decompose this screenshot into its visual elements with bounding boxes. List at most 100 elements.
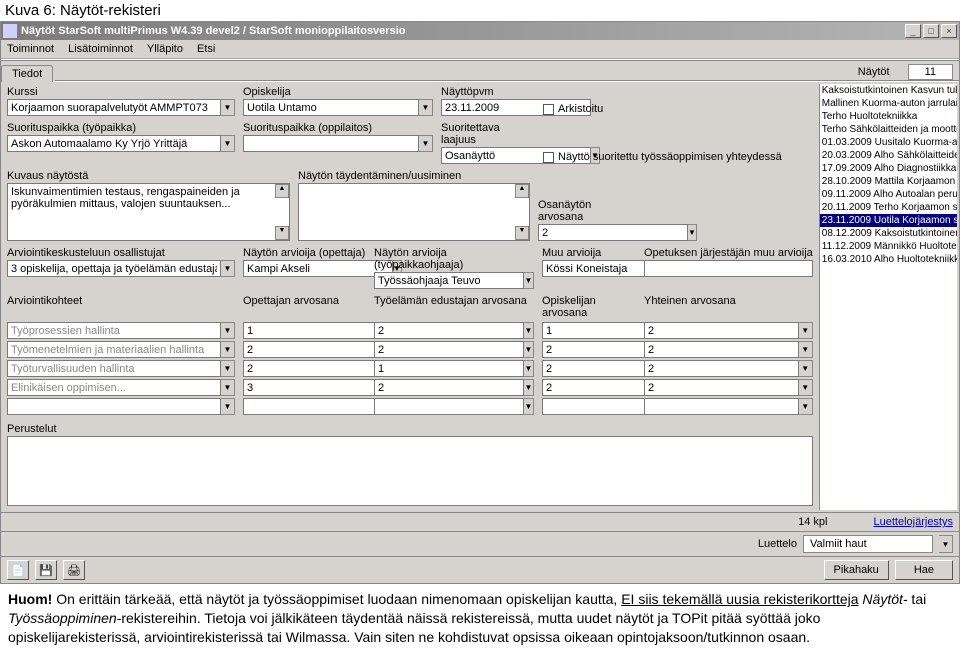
print-icon[interactable]: 🖨	[63, 560, 85, 580]
body-paragraph: Huom! On erittäin tärkeää, että näytöt j…	[0, 584, 960, 653]
field-osall[interactable]	[7, 260, 221, 277]
dropdown-icon[interactable]: ▼	[524, 272, 534, 289]
op-3[interactable]	[243, 360, 393, 377]
dropdown-icon[interactable]: ▼	[221, 260, 235, 277]
kohde-2[interactable]	[7, 341, 221, 358]
list-item[interactable]: 11.12.2009 Männikkö Huoltotekniikka	[820, 240, 957, 253]
scroll-up-icon[interactable]: ▲	[275, 184, 289, 198]
dropdown-icon[interactable]: ▼	[799, 398, 813, 415]
te-1[interactable]	[374, 322, 524, 339]
list-item[interactable]: 20.03.2009 Alho Sähkölaitteiden ja moott…	[820, 149, 957, 162]
yh-1[interactable]	[644, 322, 799, 339]
yh-4[interactable]	[644, 379, 799, 396]
kohde-1[interactable]	[7, 322, 221, 339]
checkbox-arkistoitu[interactable]	[543, 104, 554, 115]
dropdown-icon[interactable]: ▼	[221, 135, 235, 152]
dropdown-icon[interactable]: ▼	[524, 360, 534, 377]
tab-tiedot[interactable]: Tiedot	[1, 65, 53, 82]
dropdown-icon[interactable]: ▼	[799, 322, 813, 339]
field-arv-op[interactable]	[243, 260, 393, 277]
menu-yllapito[interactable]: Ylläpito	[147, 43, 183, 55]
op-1[interactable]	[243, 322, 393, 339]
link-luettelojarjestys[interactable]: Luettelojärjestys	[874, 516, 954, 528]
label-osall: Arviointikeskusteluun osallistujat	[7, 247, 235, 259]
dropdown-icon[interactable]: ▼	[221, 379, 235, 396]
record-count: 11	[908, 64, 953, 80]
label-arkistoitu: Arkistoitu	[558, 103, 603, 115]
scroll-up-icon[interactable]: ▲	[515, 184, 529, 198]
list-item[interactable]: Terho Huoltotekniikka	[820, 110, 957, 123]
form-area: Kurssi ▼ Opiskelija ▼ Näyttöpvm Arkistoi…	[1, 82, 819, 512]
dropdown-icon[interactable]: ▼	[524, 398, 534, 415]
list-item[interactable]: 08.12.2009 Kaksoistutkintoinen Hoito ja …	[820, 227, 957, 240]
combo-valmiit-haut[interactable]: Valmiit haut	[803, 535, 933, 553]
list-item[interactable]: Kaksoistutkintoinen Kasvun tukeminen ja …	[820, 84, 957, 97]
field-arv-tp[interactable]	[374, 272, 524, 289]
field-osa-arvo[interactable]	[538, 224, 688, 241]
list-item[interactable]: Mallinen Kuorma-auton jarrulaitteiden hu…	[820, 97, 957, 110]
dropdown-icon[interactable]: ▼	[419, 99, 433, 116]
maximize-button[interactable]: □	[923, 24, 939, 38]
label-tyossa: Näyttö suoritettu työssäoppimisen yhteyd…	[558, 151, 782, 163]
pikahaku-button[interactable]: Pikahaku	[824, 560, 889, 580]
yh-5[interactable]	[644, 398, 799, 415]
record-list[interactable]: Kaksoistutkintoinen Kasvun tukeminen ja …	[819, 84, 957, 510]
list-item[interactable]: Terho Sähkölaitteiden ja moottorin ohjau…	[820, 123, 957, 136]
te-2[interactable]	[374, 341, 524, 358]
menu-toiminnot[interactable]: Toiminnot	[7, 43, 54, 55]
op-5[interactable]	[243, 398, 393, 415]
statusbar-1: 14 kpl Luettelojärjestys	[1, 512, 959, 531]
te-3[interactable]	[374, 360, 524, 377]
menu-lisatoiminnot[interactable]: Lisätoiminnot	[68, 43, 133, 55]
menu-etsi[interactable]: Etsi	[197, 43, 215, 55]
field-jarj[interactable]	[644, 260, 813, 277]
dropdown-icon[interactable]: ▼	[221, 360, 235, 377]
dropdown-icon[interactable]: ▼	[524, 322, 534, 339]
field-suorituspaikka-opp[interactable]	[243, 135, 419, 152]
field-kurssi[interactable]	[7, 99, 221, 116]
field-kuvaus[interactable]: Iskunvaimentimien testaus, rengaspaineid…	[7, 183, 290, 241]
dropdown-icon[interactable]: ▼	[524, 379, 534, 396]
tab-naytot-label: Näytöt	[858, 66, 890, 78]
kohde-4[interactable]	[7, 379, 221, 396]
field-opiskelija[interactable]	[243, 99, 419, 116]
scroll-down-icon[interactable]: ▼	[515, 226, 529, 240]
te-4[interactable]	[374, 379, 524, 396]
op-4[interactable]	[243, 379, 393, 396]
dropdown-icon[interactable]: ▼	[524, 341, 534, 358]
field-suorituspaikka-tyo[interactable]	[7, 135, 221, 152]
field-tayd[interactable]: ▲ ▼	[298, 183, 530, 241]
list-item-selected[interactable]: 23.11.2009 Uotila Korjaamon suorapalvelu…	[820, 214, 957, 227]
list-item[interactable]: 09.11.2009 Alho Autoalan perustaidot	[820, 188, 957, 201]
dropdown-icon[interactable]: ▼	[688, 224, 697, 241]
new-icon[interactable]: 📄	[7, 560, 29, 580]
op-2[interactable]	[243, 341, 393, 358]
save-icon[interactable]: 💾	[35, 560, 57, 580]
dropdown-icon[interactable]: ▼	[939, 535, 953, 553]
te-5[interactable]	[374, 398, 524, 415]
dropdown-icon[interactable]: ▼	[419, 135, 433, 152]
yh-2[interactable]	[644, 341, 799, 358]
list-item[interactable]: 17.09.2009 Alho Diagnostiikka	[820, 162, 957, 175]
checkbox-tyossa[interactable]	[543, 152, 554, 163]
dropdown-icon[interactable]: ▼	[221, 341, 235, 358]
list-item[interactable]: 20.11.2009 Terho Korjaamon suorapalvelut…	[820, 201, 957, 214]
dropdown-icon[interactable]: ▼	[221, 398, 235, 415]
list-item[interactable]: 16.03.2010 Alho Huoltotekniikka	[820, 253, 957, 266]
field-perustelut[interactable]	[7, 436, 813, 506]
dropdown-icon[interactable]: ▼	[799, 379, 813, 396]
dropdown-icon[interactable]: ▼	[799, 360, 813, 377]
label-suorituspaikka-tyo: Suorituspaikka (työpaikka)	[7, 122, 235, 134]
kohde-5[interactable]	[7, 398, 221, 415]
close-button[interactable]: ×	[941, 24, 957, 38]
yh-3[interactable]	[644, 360, 799, 377]
scroll-down-icon[interactable]: ▼	[275, 226, 289, 240]
list-item[interactable]: 01.03.2009 Uusitalo Kuorma-auton jarrula…	[820, 136, 957, 149]
dropdown-icon[interactable]: ▼	[799, 341, 813, 358]
kohde-3[interactable]	[7, 360, 221, 377]
list-item[interactable]: 28.10.2009 Mattila Korjaamon suorapalvel…	[820, 175, 957, 188]
hae-button[interactable]: Hae	[895, 560, 953, 580]
dropdown-icon[interactable]: ▼	[221, 322, 235, 339]
dropdown-icon[interactable]: ▼	[221, 99, 235, 116]
minimize-button[interactable]: _	[905, 24, 921, 38]
